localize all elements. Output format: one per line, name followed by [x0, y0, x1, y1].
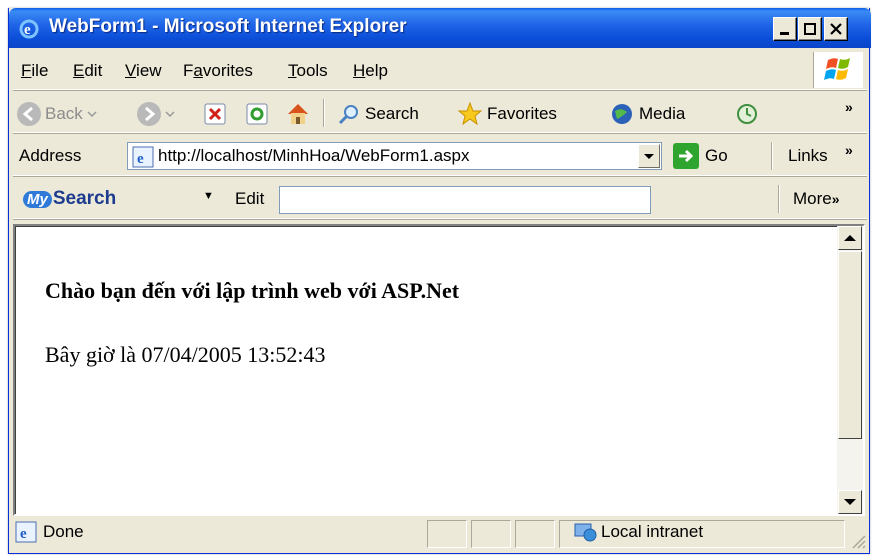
title-bar[interactable]: e WebForm1 - Microsoft Internet Explorer — [9, 8, 871, 48]
mysearch-toolbar: My Search ▼ Edit More» — [13, 179, 867, 219]
menu-edit[interactable]: Edit — [73, 61, 102, 81]
chevron-down-icon — [644, 154, 654, 159]
more-button[interactable]: More» — [793, 189, 840, 209]
address-url[interactable]: http://localhost/MinhHoa/WebForm1.aspx — [158, 146, 470, 166]
go-button[interactable]: Go — [673, 143, 728, 169]
media-icon — [612, 104, 632, 124]
search-icon — [338, 105, 358, 125]
address-input[interactable]: e http://localhost/MinhHoa/WebForm1.aspx — [127, 142, 662, 170]
intranet-icon — [574, 523, 597, 542]
more-label: More — [793, 189, 832, 208]
media-label: Media — [639, 104, 686, 123]
menu-bar: File Edit View Favorites Tools Help — [13, 52, 867, 90]
minimize-button[interactable] — [773, 17, 797, 41]
home-icon — [288, 104, 308, 124]
links-separator — [771, 142, 773, 170]
status-pane — [427, 520, 467, 548]
zone-text: Local intranet — [601, 522, 704, 541]
mysearch-dropdown-icon[interactable]: ▼ — [203, 190, 214, 202]
windows-logo-icon — [813, 52, 863, 88]
home-button[interactable] — [285, 100, 311, 128]
favorites-button[interactable]: Favorites — [457, 100, 557, 128]
stop-icon — [204, 103, 226, 125]
stop-button[interactable] — [203, 100, 227, 128]
favorites-star-icon — [457, 101, 483, 126]
maximize-button[interactable] — [798, 17, 822, 41]
history-button[interactable] — [735, 100, 759, 128]
refresh-icon — [246, 103, 268, 125]
mysearch-input[interactable] — [279, 186, 651, 214]
menu-view[interactable]: View — [125, 61, 162, 81]
toolbar-overflow-chevron[interactable]: » — [845, 99, 853, 115]
address-label: Address — [19, 146, 82, 165]
menu-favorites[interactable]: Favorites — [183, 61, 253, 81]
page-heading: Chào bạn đến với lập trình web với ASP.N… — [45, 278, 460, 303]
back-label: Back — [45, 104, 83, 123]
address-dropdown-button[interactable] — [638, 144, 660, 168]
security-zone[interactable]: Local intranet — [573, 521, 703, 543]
back-dropdown-icon[interactable] — [87, 110, 97, 118]
menu-help[interactable]: Help — [353, 61, 388, 81]
more-chevron-icon: » — [831, 191, 840, 207]
links-overflow-chevron[interactable]: » — [845, 142, 853, 158]
ie-icon: e — [17, 16, 41, 40]
scrollbar-thumb[interactable] — [838, 251, 862, 439]
back-button[interactable]: Back — [17, 100, 97, 128]
toolbar-separator — [323, 99, 325, 127]
page-ie-icon: e — [132, 146, 154, 168]
go-arrow-icon — [673, 143, 699, 169]
status-pane — [471, 520, 511, 548]
status-pane — [515, 520, 555, 548]
page-status-icon: e — [15, 521, 37, 543]
links-text[interactable]: Links — [788, 146, 828, 166]
go-label: Go — [705, 146, 728, 165]
forward-button[interactable] — [137, 100, 175, 128]
vertical-scrollbar[interactable] — [837, 226, 863, 514]
mysearch-logo[interactable]: My Search — [23, 188, 116, 210]
current-time-text: Bây giờ là 07/04/2005 13:52:43 — [45, 342, 326, 367]
forward-dropdown-icon[interactable] — [165, 110, 175, 118]
search-label: Search — [365, 104, 419, 123]
standard-toolbar: Back Search Favorites Media » — [13, 93, 867, 133]
mysearch-logo-my: My — [23, 190, 52, 208]
mysearch-edit-button[interactable]: Edit — [235, 189, 264, 209]
scroll-up-button[interactable] — [838, 226, 862, 250]
favorites-label: Favorites — [487, 104, 557, 123]
mysearch-logo-search: Search — [52, 188, 117, 209]
status-text: Done — [43, 522, 84, 541]
menu-tools[interactable]: Tools — [288, 61, 328, 81]
address-bar: Address e http://localhost/MinhHoa/WebFo… — [13, 136, 867, 176]
svg-text:e: e — [20, 526, 27, 542]
forward-arrow-icon — [137, 102, 161, 126]
minimize-icon — [780, 32, 789, 35]
media-button[interactable]: Media — [609, 100, 685, 128]
status-done: e Done — [15, 521, 84, 543]
menu-file[interactable]: File — [21, 61, 48, 81]
svg-text:e: e — [137, 151, 144, 167]
more-separator — [778, 185, 780, 213]
maximize-icon — [804, 23, 816, 35]
browser-window: e WebForm1 - Microsoft Internet Explorer… — [8, 8, 871, 554]
resize-grip-icon[interactable] — [849, 532, 867, 550]
history-icon — [737, 104, 757, 124]
refresh-button[interactable] — [245, 100, 269, 128]
back-arrow-icon — [17, 102, 41, 126]
svg-text:e: e — [24, 22, 31, 38]
scroll-up-icon — [844, 235, 856, 241]
close-button[interactable] — [824, 17, 848, 41]
scroll-down-button[interactable] — [838, 490, 862, 514]
page-content: Chào bạn đến với lập trình web với ASP.N… — [13, 224, 865, 516]
scroll-down-icon — [844, 499, 856, 505]
close-icon — [830, 23, 842, 35]
status-bar: e Done Local intranet — [13, 518, 867, 550]
window-title: WebForm1 - Microsoft Internet Explorer — [49, 16, 407, 37]
search-button[interactable]: Search — [337, 100, 419, 128]
